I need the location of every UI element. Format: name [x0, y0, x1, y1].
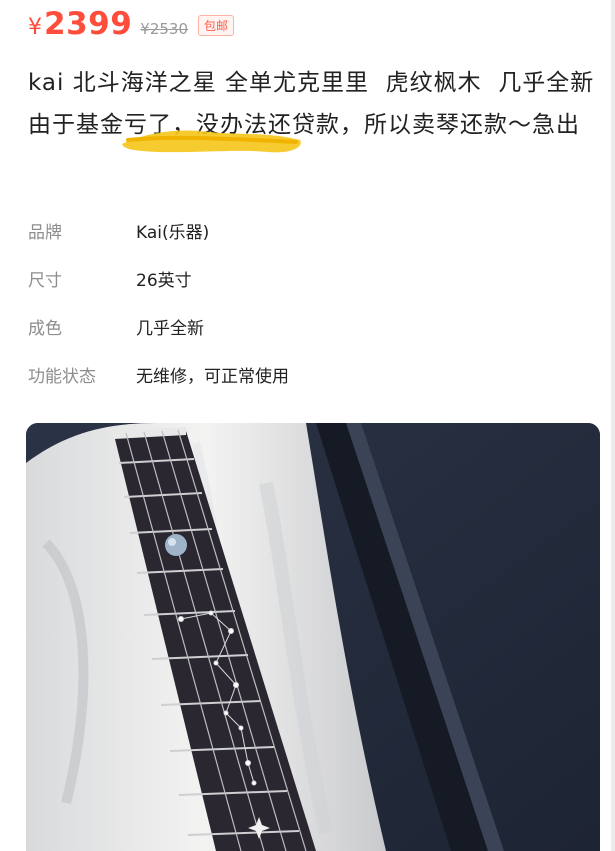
- price: 2399: [44, 6, 133, 42]
- attribute-key: 尺寸: [28, 270, 62, 291]
- ukulele-photo-illustration: [26, 423, 600, 851]
- product-photo[interactable]: [26, 423, 600, 851]
- attribute-key: 品牌: [28, 222, 62, 243]
- attribute-value: 无维修，可正常使用: [136, 366, 289, 387]
- attribute-list: 品牌 Kai(乐器) 尺寸 26英寸 成色 几乎全新 功能状态 无维修，可正常使…: [28, 206, 588, 398]
- attribute-key: 成色: [28, 318, 62, 339]
- listing-card: ¥ 2399 ¥2530 包邮 kai 北斗海洋之星 全单尤克里里 虎纹枫木 几…: [0, 0, 615, 851]
- currency-symbol: ¥: [28, 15, 42, 40]
- original-price: ¥2530: [140, 20, 188, 38]
- price-row: ¥ 2399 ¥2530 包邮: [28, 6, 235, 46]
- redaction-scribble: [122, 130, 301, 153]
- attribute-row: 品牌 Kai(乐器): [28, 206, 588, 254]
- attribute-key: 功能状态: [28, 366, 96, 387]
- attribute-value: Kai(乐器): [136, 222, 210, 243]
- listing-description: kai 北斗海洋之星 全单尤克里里 虎纹枫木 几乎全新 由于基金亏了，没办法还贷…: [28, 70, 595, 138]
- attribute-value: 几乎全新: [136, 318, 204, 339]
- attribute-row: 成色 几乎全新: [28, 302, 588, 350]
- attribute-value: 26英寸: [136, 270, 192, 291]
- shipping-badge: 包邮: [198, 15, 235, 36]
- attribute-row: 功能状态 无维修，可正常使用: [28, 350, 588, 398]
- attribute-row: 尺寸 26英寸: [28, 254, 588, 302]
